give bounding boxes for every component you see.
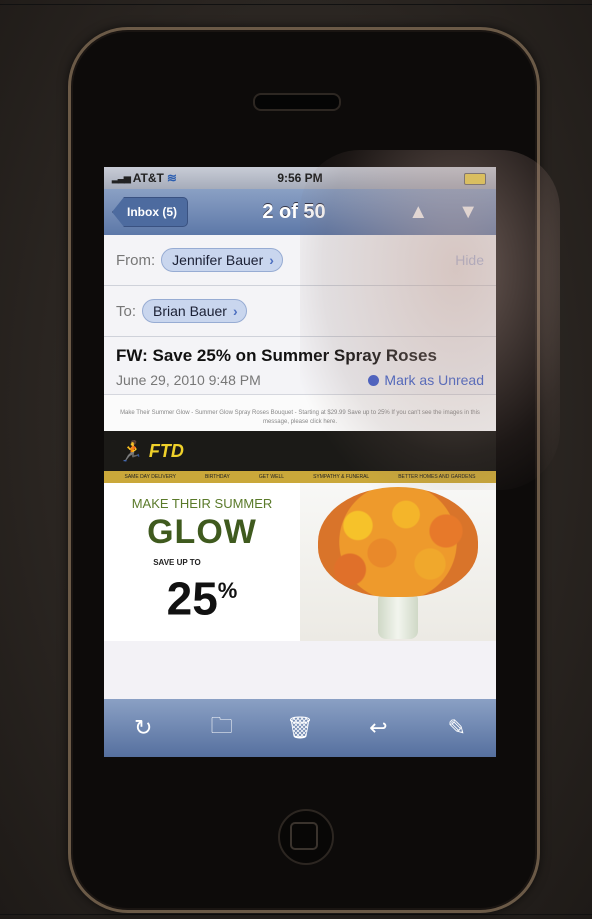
battery-icon [464,173,486,185]
reply-icon[interactable]: ↩ [358,715,398,741]
ftd-nav-item[interactable]: BIRTHDAY [205,474,230,480]
message-position: 2 of 50 [262,200,326,223]
chevron-right-icon: › [232,303,238,319]
move-folder-icon[interactable]: 🗀 [202,709,242,747]
message-subject: FW: Save 25% on Summer Spray Roses [116,346,437,365]
to-row: To: Brian Bauer › [104,286,496,337]
save-up-label: SAVE UP TO [153,558,201,567]
ftd-header[interactable]: 🏃 FTD [104,431,496,471]
date-row: June 29, 2010 9:48 PM Mark as Unread [116,372,484,388]
arrow-up-icon[interactable]: ▲ [408,201,428,224]
percent-value: 25 [166,572,218,625]
promo-banner[interactable]: MAKE THEIR SUMMER GLOW SAVE UP TO 25% [104,483,496,641]
top-border [0,4,592,5]
sender-pill[interactable]: Jennifer Bauer › [161,248,283,272]
mark-unread-button[interactable]: Mark as Unread [368,372,484,388]
status-time: 9:56 PM [277,171,323,185]
message-date: June 29, 2010 9:48 PM [116,372,261,388]
home-button-icon [290,822,318,850]
nav-bar: Inbox (5) 2 of 50 ▲ ▼ [104,189,496,235]
from-label: From: [116,251,156,269]
earpiece-speaker [253,93,341,111]
email-preheader[interactable]: Make Their Summer Glow - Summer Glow Spr… [104,395,496,431]
ftd-logo: 🏃 FTD [118,439,184,464]
status-bar: ▂▃▅ AT&T ≋ 9:56 PM [104,167,496,189]
ftd-nav-item[interactable]: GET WELL [259,474,284,480]
message-arrows: ▲ ▼ [408,201,478,224]
promo-glow: GLOW [147,513,257,551]
bottom-border [0,914,592,915]
mail-toolbar: ↻ 🗀 🗑 ↩ ✎ [104,699,496,757]
phone-screen: ▂▃▅ AT&T ≋ 9:56 PM Inbox (5) 2 of 50 ▲ ▼… [104,167,496,757]
unread-dot-icon [368,374,380,386]
ftd-nav-item[interactable]: SYMPATHY & FUNERAL [313,474,369,480]
inbox-back-button[interactable]: Inbox (5) [112,197,188,227]
to-label: To: [116,302,137,320]
sender-name: Jennifer Bauer [172,252,264,268]
ftd-nav-item[interactable]: SAME DAY DELIVERY [125,474,176,480]
bouquet-image [300,483,496,641]
ftd-nav-item[interactable]: BETTER HOMES AND GARDENS [398,474,475,480]
ftd-nav: SAME DAY DELIVERY BIRTHDAY GET WELL SYMP… [104,471,496,483]
refresh-icon[interactable]: ↻ [123,715,163,741]
ftd-logo-text: FTD [148,440,184,461]
percent-sign: % [217,578,238,603]
discount-percent: 25% [104,567,300,622]
trash-icon[interactable]: 🗑 [280,715,320,741]
arrow-down-icon[interactable]: ▼ [458,201,478,224]
recipient-pill[interactable]: Brian Bauer › [142,299,247,323]
from-row: From: Jennifer Bauer › Hide [104,235,496,286]
promo-headline: MAKE THEIR SUMMER [131,496,273,511]
hide-link[interactable]: Hide [455,252,484,268]
subject-block: FW: Save 25% on Summer Spray Roses June … [104,337,496,395]
chevron-right-icon: › [269,252,274,268]
mark-unread-label: Mark as Unread [384,372,484,388]
recipient-name: Brian Bauer [153,303,227,319]
promo-text: MAKE THEIR SUMMER GLOW SAVE UP TO 25% [104,483,300,641]
vase [378,595,418,639]
mercury-man-icon: 🏃 [118,440,143,463]
compose-icon[interactable]: ✎ [437,715,477,741]
roses-bouquet [318,487,478,597]
